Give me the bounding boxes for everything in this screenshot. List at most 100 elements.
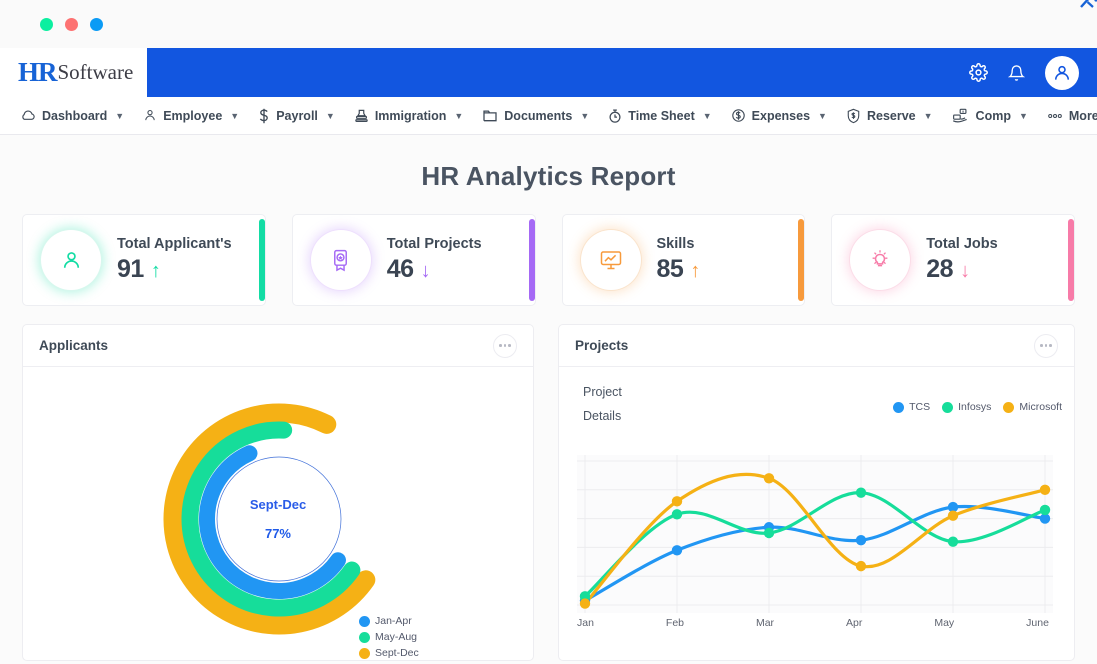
line-chart-heading: Project Details [583,385,622,423]
stat-value-row: 85 ↑ [657,255,701,284]
stat-icon-circle [850,230,911,290]
legend-item-infosys[interactable]: Infosys [942,401,991,413]
nav-label: Payroll [276,108,318,123]
radial-gauge-svg [163,403,376,635]
stat-label: Total Applicant's [117,236,232,252]
app-window: HR Software Dashboard ▼ Employee ▼ Payro… [0,0,1097,664]
legend-item-sept-dec[interactable]: Sept-Dec [359,647,419,659]
blue-header-bar [147,48,1097,97]
legend-label: Jan-Apr [375,615,412,627]
panel-row: Applicants Sept-Dec 77% Jan-Apr May-Aug … [22,324,1075,661]
panel-applicants: Applicants Sept-Dec 77% Jan-Apr May-Aug … [22,324,534,661]
shield-dollar-icon [847,108,860,123]
window-dot-red[interactable] [65,17,78,31]
nav-item-immigration[interactable]: Immigration ▼ [346,103,471,129]
nav-item-documents[interactable]: Documents ▼ [474,103,597,128]
nav-item-expenses[interactable]: Expenses ▼ [723,103,835,128]
monitor-chart-icon [600,251,621,270]
avatar[interactable] [1045,55,1079,90]
legend-dot [893,401,905,413]
folder-icon [483,110,497,122]
data-point [1039,504,1051,516]
stat-text: Total Projects 46 ↓ [387,236,482,284]
chevron-down-icon: ▼ [230,110,240,121]
nav-item-employee[interactable]: Employee ▼ [135,103,247,128]
stat-icon-circle [310,230,371,290]
line-chart-legend: TCS Infosys Microsoft [893,401,1062,413]
stat-text: Total Jobs 28 ↓ [926,236,997,284]
nav-item-dashboard[interactable]: Dashboard ▼ [12,104,132,128]
stat-card-skills[interactable]: Skills 85 ↑ [561,214,806,306]
nav-label: Employee [163,108,223,123]
legend-item-tcs[interactable]: TCS [893,401,930,413]
legend-item-may-aug[interactable]: May-Aug [359,631,419,643]
stamp-icon [355,109,368,122]
x-tick-label: Mar [755,617,775,629]
kebab-menu-icon[interactable] [1034,333,1058,358]
trend-up-arrow-icon: ↑ [150,260,161,282]
brand-logo[interactable]: HR Software [0,0,1097,97]
data-point [855,535,867,546]
bell-icon[interactable] [1008,64,1025,82]
nav-item-comp[interactable]: Comp ▼ [944,103,1036,128]
chevron-down-icon: ▼ [1018,110,1028,121]
panel-title: Projects [575,338,629,353]
window-dot-blue[interactable] [90,17,103,31]
brand-sparkle-icon [1080,0,1097,8]
cloud-icon [22,109,35,120]
stat-label: Total Jobs [926,236,998,252]
legend-dot [359,615,370,627]
trend-down-arrow-icon: ↓ [420,260,431,282]
stat-accent-bar [258,219,265,301]
stat-value: 46 [386,255,414,283]
nav-item-payroll[interactable]: Payroll ▼ [250,103,343,129]
gear-icon[interactable] [969,63,988,82]
trend-down-arrow-icon: ↓ [960,260,971,282]
legend-label: Infosys [958,401,992,413]
nav-label: Expenses [751,108,811,123]
chevron-down-icon: ▼ [923,110,933,121]
chevron-down-icon: ▼ [325,110,335,121]
legend-item-microsoft[interactable]: Microsoft [1003,401,1062,413]
panel-body: Project Details TCS Infosys Microsoft Ja… [559,367,1074,660]
legend-dot [359,631,370,643]
x-tick-label: Apr [846,617,863,629]
nav-item-reserve[interactable]: Reserve ▼ [838,103,941,129]
arc-jan-apr [199,445,346,599]
panel-header: Applicants [23,325,533,367]
nav-item-more[interactable]: More [1039,104,1097,128]
chart-heading-line1: Project [583,385,622,399]
person-icon [63,251,79,268]
stat-card-total-jobs[interactable]: Total Jobs 28 ↓ [831,214,1075,306]
nav-label: Documents [504,108,573,123]
line-chart-svg [577,455,1053,613]
chart-heading-line2: Details [583,409,622,423]
x-tick-label: Feb [665,617,684,629]
nav-label: Reserve [866,108,916,123]
nav-label: Comp [975,108,1011,123]
window-chrome [0,0,1097,48]
stat-card-total-projects[interactable]: Total Projects 46 ↓ [291,214,536,306]
top-bar: HR Software [0,0,1097,97]
kebab-menu-icon[interactable] [493,333,517,358]
data-point [763,473,775,484]
chevron-down-icon: ▼ [702,110,712,121]
page-title: HR Analytics Report [421,161,676,191]
brand-software-text: Software [57,60,134,84]
nav-label: Dashboard [42,108,108,123]
nav-item-time-sheet[interactable]: Time Sheet ▼ [600,103,719,129]
stat-card-total-applicants[interactable]: Total Applicant's 91 ↑ [22,214,266,306]
x-tick-label: June [1026,617,1049,629]
ellipsis-icon [1048,113,1062,118]
data-point [763,527,775,539]
window-dot-green[interactable] [40,17,53,31]
x-tick-label: Jan [577,617,594,629]
stat-icon-circle [580,230,641,290]
legend-item-jan-apr[interactable]: Jan-Apr [359,615,419,627]
trend-up-arrow-icon: ↑ [690,260,701,282]
data-point [855,560,867,572]
stat-value: 85 [656,255,684,283]
stat-value-row: 91 ↑ [117,255,232,284]
line-chart-x-axis: Jan Feb Mar Apr May June [577,617,1049,629]
clock-icon [609,108,621,123]
